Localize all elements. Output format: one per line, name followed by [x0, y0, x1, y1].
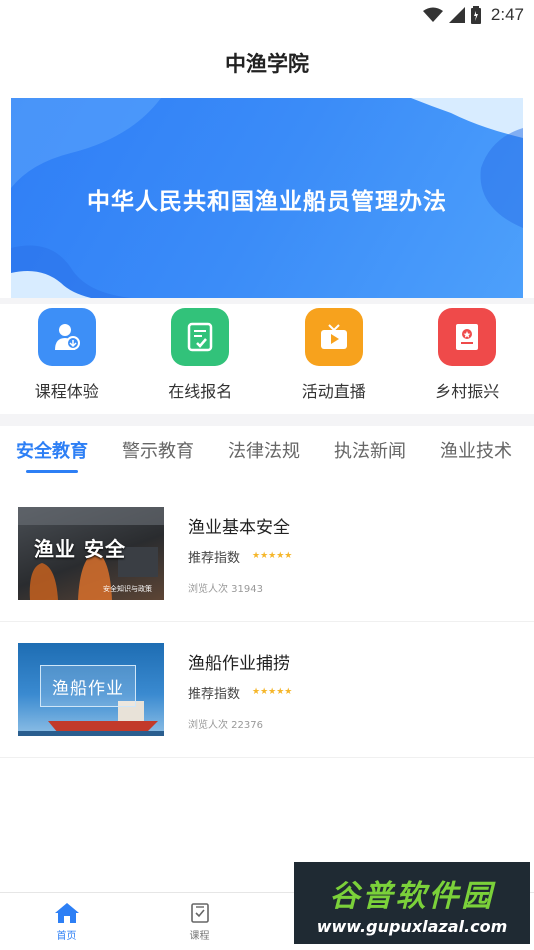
- quick-label: 活动直播: [301, 382, 366, 401]
- course-info: 渔业基本安全 推荐指数 ★★★★★ 浏览人次 31943: [188, 513, 292, 595]
- nav-label: 首页: [56, 930, 77, 942]
- thumbnail-text: 渔船作业: [40, 665, 136, 707]
- tv-play-icon: [304, 308, 363, 366]
- thumbnail-text: 渔业 安全: [34, 537, 126, 561]
- watermark: 谷普软件园 www.gupuxlazal.com: [294, 862, 530, 944]
- quick-label: 课程体验: [34, 382, 99, 401]
- battery-icon: [470, 6, 481, 24]
- list-item[interactable]: 渔船作业 渔船作业捕捞 推荐指数 ★★★★★ 浏览人次 22376: [0, 622, 534, 758]
- category-tabs: 安全教育 警示教育 法律法规 执法新闻 渔业技术: [0, 426, 534, 478]
- status-bar: 2:47: [0, 0, 534, 30]
- tab-safety-education[interactable]: 安全教育: [16, 429, 88, 475]
- quick-item-live[interactable]: 活动直播: [267, 304, 401, 414]
- list-item[interactable]: 渔业 安全 安全知识与政策 渔业基本安全 推荐指数 ★★★★★ 浏览人次 319…: [0, 486, 534, 622]
- home-icon: [54, 902, 79, 923]
- tab-enforcement-news[interactable]: 执法新闻: [334, 429, 406, 475]
- course-title: 渔业基本安全: [188, 517, 290, 538]
- wifi-icon: [422, 7, 443, 22]
- view-count: 浏览人次 22376: [188, 719, 263, 731]
- checklist-icon: [171, 308, 230, 366]
- book-star-icon: [438, 308, 497, 366]
- course-thumbnail: 渔船作业: [18, 643, 164, 736]
- banner-text: 中华人民共和国渔业船员管理办法: [87, 189, 447, 215]
- quick-label: 在线报名: [168, 382, 233, 401]
- nav-label: 课程: [189, 930, 210, 942]
- course-title: 渔船作业捕捞: [188, 653, 290, 674]
- title-bar: 中渔学院: [0, 30, 534, 96]
- quick-item-course-trial[interactable]: 课程体验: [0, 304, 134, 414]
- instructor-icon: [37, 308, 96, 366]
- banner[interactable]: 中华人民共和国渔业船员管理办法: [11, 98, 523, 298]
- signal-icon: [448, 7, 465, 23]
- quick-item-online-signup[interactable]: 在线报名: [134, 304, 268, 414]
- page-title: 中渔学院: [225, 52, 309, 76]
- rating-row: 推荐指数 ★★★★★: [188, 683, 292, 702]
- tab-laws[interactable]: 法律法规: [228, 429, 300, 475]
- course-list: 渔业 安全 安全知识与政策 渔业基本安全 推荐指数 ★★★★★ 浏览人次 319…: [0, 486, 534, 758]
- tab-fishery-tech[interactable]: 渔业技术: [440, 429, 512, 475]
- quick-item-rural[interactable]: 乡村振兴: [401, 304, 534, 414]
- divider: [0, 414, 534, 426]
- nav-item-course[interactable]: 课程: [133, 893, 266, 950]
- quick-menu: 课程体验 在线报名 活动直播 乡村振兴: [0, 304, 534, 414]
- tab-warning-education[interactable]: 警示教育: [122, 429, 194, 475]
- course-icon: [190, 902, 209, 923]
- nav-item-home[interactable]: 首页: [0, 893, 133, 950]
- rating-label: 推荐指数: [188, 550, 241, 566]
- thumbnail-subtext: 安全知识与政策: [103, 585, 152, 593]
- star-rating: ★★★★★: [252, 551, 293, 561]
- view-count: 浏览人次 31943: [188, 583, 263, 595]
- star-rating: ★★★★★: [252, 687, 293, 697]
- rating-label: 推荐指数: [188, 686, 241, 702]
- watermark-url: www.gupuxlazal.com: [316, 916, 508, 936]
- course-info: 渔船作业捕捞 推荐指数 ★★★★★ 浏览人次 22376: [188, 649, 292, 731]
- watermark-title: 谷普软件园: [329, 878, 495, 914]
- rating-row: 推荐指数 ★★★★★: [188, 547, 292, 566]
- clock: 2:47: [490, 5, 524, 24]
- quick-label: 乡村振兴: [435, 382, 500, 401]
- course-thumbnail: 渔业 安全 安全知识与政策: [18, 507, 164, 600]
